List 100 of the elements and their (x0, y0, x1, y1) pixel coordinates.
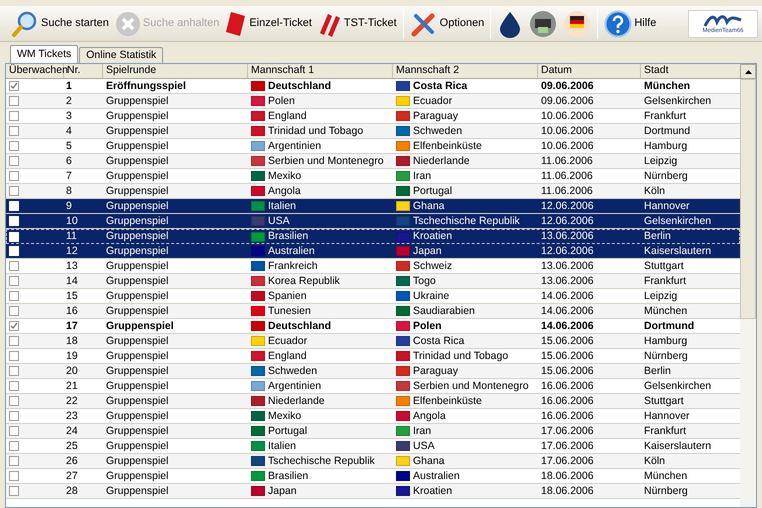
table-row[interactable]: 27 Gruppenspiel Brasilien Australien 18.06.2006 München (6, 469, 740, 484)
watch-checkbox[interactable] (9, 186, 19, 196)
watch-checkbox[interactable] (9, 156, 19, 166)
table-cell: Gruppenspiel (106, 366, 168, 376)
table-cell: 15.06.2006 (541, 336, 594, 346)
table-cell: 18 (66, 336, 78, 346)
table-row[interactable]: 22 Gruppenspiel Niederlande Elfenbeinküste 16.06.2006 Stuttgart (6, 394, 740, 409)
table-row[interactable]: 25 Gruppenspiel Italien USA 17.06.2006 Kaiserslautern (6, 439, 740, 454)
toolbar-button[interactable]: Suche starten (8, 6, 112, 40)
watch-checkbox[interactable] (9, 381, 19, 391)
table-row[interactable]: 2 Gruppenspiel Polen Ecuador 09.06.2006 Gelsenkirchen (6, 94, 740, 109)
table-cell: Costa Rica (413, 80, 468, 92)
table-cell: Mexiko (268, 410, 302, 422)
table-cell: Elfenbeinküste (413, 140, 482, 152)
column-header[interactable]: Mannschaft 1 (248, 64, 393, 78)
table-row[interactable]: 23 Gruppenspiel Mexiko Angola 16.06.2006 Hannover (6, 409, 740, 424)
table-row[interactable]: 28 Gruppenspiel Japan Kroatien 18.06.2006 Nürnberg (6, 484, 740, 499)
watch-checkbox[interactable] (9, 396, 19, 406)
toolbar-button[interactable]: TST-Ticket (314, 6, 400, 40)
watch-checkbox[interactable] (9, 261, 19, 271)
table-cell: Ukraine (413, 290, 450, 302)
table-row[interactable]: 7 Gruppenspiel Mexiko Iran 11.06.2006 Nürnberg (6, 169, 740, 184)
table-row[interactable]: 10 Gruppenspiel USA Tschechische Republik 12.06.2006 Gelsenkirchen (6, 214, 740, 229)
table-cell: Gruppenspiel (106, 246, 168, 256)
table-row[interactable]: 17 Gruppenspiel Deutschland Polen 14.06.2006 Dortmund (6, 319, 740, 334)
table-cell: Hamburg (644, 140, 688, 152)
table-cell: 12.06.2006 (541, 216, 594, 226)
table-row[interactable]: 15 Gruppenspiel Spanien Ukraine 14.06.2006 Leipzig (6, 289, 740, 304)
table-row[interactable]: 11 Gruppenspiel Brasilien Kroatien 13.06.2006 Berlin (6, 229, 740, 244)
table-cell: Ghana (413, 456, 445, 466)
watch-checkbox[interactable] (9, 111, 19, 121)
table-row[interactable]: 26 Gruppenspiel Tschechische Republik Ghana 17.06.2006 Köln (6, 454, 740, 469)
watch-checkbox[interactable] (9, 336, 19, 346)
table-row[interactable]: 21 Gruppenspiel Argentinien Serbien und Montenegro 16.06.2006 Gelsenkirchen (6, 379, 740, 394)
column-header[interactable]: Mannschaft 2 (393, 64, 538, 78)
watch-checkbox[interactable] (9, 276, 19, 286)
table-cell: Portugal (413, 186, 452, 196)
table-cell: 4 (66, 126, 72, 136)
table-cell: Deutschland (268, 80, 332, 92)
table-row[interactable]: 20 Gruppenspiel Schweden Paraguay 15.06.2006 Berlin (6, 364, 740, 379)
watch-checkbox[interactable] (9, 366, 19, 376)
table-row[interactable]: 12 Gruppenspiel Australien Japan 12.06.2006 Kaiserslautern (6, 244, 740, 259)
watch-checkbox[interactable] (9, 411, 19, 421)
table-row[interactable]: 24 Gruppenspiel Portugal Iran 17.06.2006 Frankfurt (6, 424, 740, 439)
table-cell: Frankreich (268, 260, 318, 272)
table-cell: Ghana (413, 200, 445, 212)
watch-checkbox[interactable] (9, 81, 19, 91)
table-cell: 13.06.2006 (541, 276, 594, 286)
table-row[interactable]: 9 Gruppenspiel Italien Ghana 12.06.2006 Hannover (6, 199, 740, 214)
table-cell: Schweden (268, 366, 318, 376)
table-cell: 8 (66, 186, 72, 196)
table-cell: 13.06.2006 (541, 260, 594, 272)
table-cell: Stuttgart (644, 396, 684, 406)
watch-checkbox[interactable] (9, 441, 19, 451)
table-cell: 14.06.2006 (541, 320, 594, 332)
watch-checkbox[interactable] (9, 426, 19, 436)
table-cell: Brasilien (268, 231, 308, 242)
table-row[interactable]: 4 Gruppenspiel Trinidad und Tobago Schweden 10.06.2006 Dortmund (6, 124, 740, 139)
table-cell: Niederlande (413, 156, 470, 166)
watch-checkbox[interactable] (9, 171, 19, 181)
table-row[interactable]: 8 Gruppenspiel Angola Portugal 11.06.2006 Köln (6, 184, 740, 199)
table-cell: Gruppenspiel (106, 486, 168, 496)
table-row[interactable]: 1 Eröffnungsspiel Deutschland Costa Rica 09.06.2006 München (6, 79, 740, 94)
watch-checkbox[interactable] (9, 141, 19, 151)
toolbar-button[interactable]: Hilfe (601, 6, 660, 40)
watch-checkbox[interactable] (9, 306, 19, 316)
tab[interactable]: Online Statistik (79, 47, 164, 63)
table-row[interactable]: 18 Gruppenspiel Ecuador Costa Rica 15.06.2006 Hamburg (6, 334, 740, 349)
watch-checkbox[interactable] (9, 351, 19, 361)
tab[interactable]: WM Tickets (10, 45, 78, 63)
column-header[interactable]: Spielrunde (103, 64, 248, 78)
watch-checkbox[interactable] (9, 96, 19, 106)
up-arrow-icon (744, 70, 752, 74)
table-row[interactable]: 14 Gruppenspiel Korea Republik Togo 13.06.2006 Frankfurt (6, 274, 740, 289)
toolbar-button[interactable]: Einzel-Ticket (222, 6, 315, 40)
table-cell: Hannover (644, 200, 690, 212)
table-cell: Gruppenspiel (106, 156, 168, 166)
table-row[interactable]: 3 Gruppenspiel England Paraguay 10.06.2006 Frankfurt (6, 109, 740, 124)
ticket-icon (225, 10, 248, 36)
column-header[interactable]: Datum (538, 64, 641, 78)
table-row[interactable]: 16 Gruppenspiel Tunesien Saudiarabien 14.06.2006 München (6, 304, 740, 319)
watch-checkbox[interactable] (9, 486, 19, 496)
watch-checkbox[interactable] (9, 291, 19, 301)
table-cell: Iran (413, 170, 432, 182)
table-row[interactable]: 13 Gruppenspiel Frankreich Schweiz 13.06.2006 Stuttgart (6, 259, 740, 274)
table-cell: Dortmund (644, 126, 690, 136)
watch-checkbox[interactable] (9, 456, 19, 466)
toolbar-button[interactable]: Optionen (406, 6, 488, 40)
table-cell: 12.06.2006 (541, 246, 594, 256)
watch-checkbox[interactable] (9, 126, 19, 136)
watch-checkbox[interactable] (9, 471, 19, 481)
table-cell: Gruppenspiel (106, 336, 168, 346)
watch-checkbox[interactable] (9, 321, 19, 331)
table-cell: Serbien und Montenegro (268, 156, 384, 166)
table-row[interactable]: 19 Gruppenspiel England Trinidad und Tobago 15.06.2006 Nürnberg (6, 349, 740, 364)
table-row[interactable]: 6 Gruppenspiel Serbien und Montenegro Niederlande 11.06.2006 Leipzig (6, 154, 740, 169)
scrollbar[interactable] (740, 64, 756, 507)
table-row[interactable]: 5 Gruppenspiel Argentinien Elfenbeinküste 10.06.2006 Hamburg (6, 139, 740, 154)
table-cell: Paraguay (413, 110, 458, 122)
table-cell: Polen (413, 320, 442, 332)
